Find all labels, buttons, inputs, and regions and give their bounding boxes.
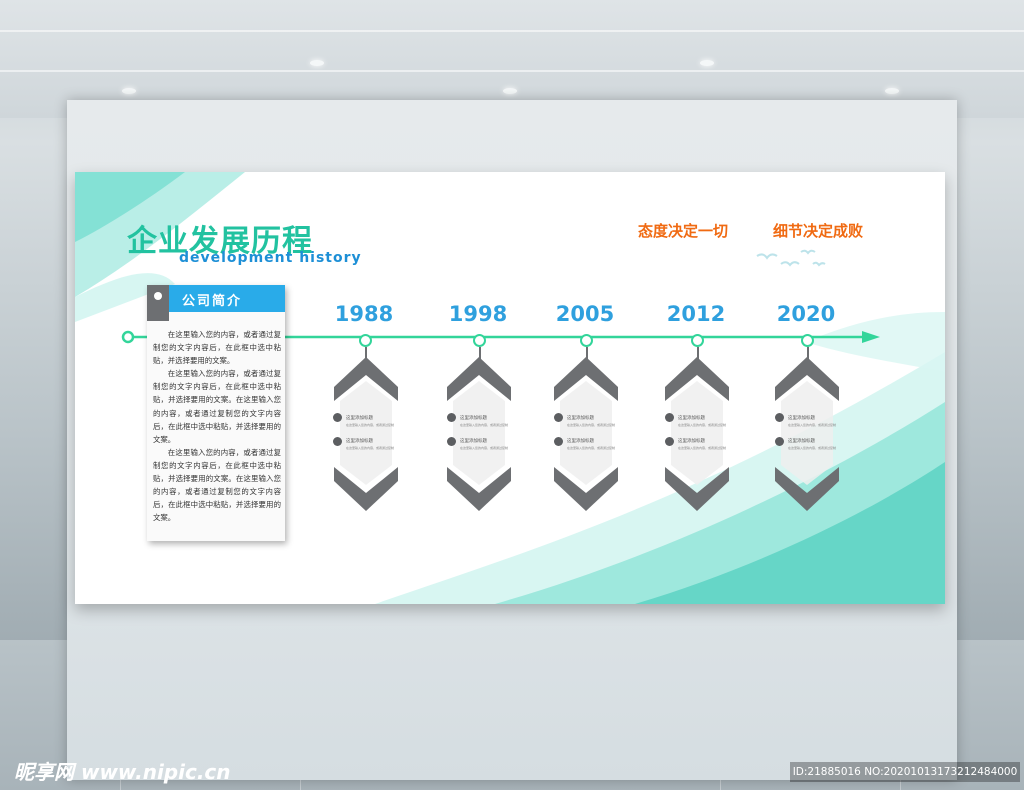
- slogan-2: 细节决定成败: [773, 222, 864, 240]
- milestone-item-title: 这里添加标题: [788, 439, 815, 444]
- milestone-item-title: 这里添加标题: [346, 416, 373, 421]
- ceiling-lamp: [310, 60, 324, 66]
- milestone-item-text: 在这里输入您的内容，或者通过复制: [567, 423, 616, 427]
- user-icon: [775, 413, 784, 422]
- history-board: 企业发展历程 development history 态度决定一切 细节决定成败…: [75, 172, 945, 604]
- intro-card-body: 在这里输入您的内容，或者通过复制您的文字内容后，在此框中选中粘贴，并选择要用的文…: [153, 328, 281, 524]
- user-icon: [554, 413, 563, 422]
- site-watermark: 昵享网 www.nipic.cn: [14, 760, 231, 784]
- milestone-chevron-frame: [554, 357, 618, 511]
- milestone-chevron-frame: [775, 357, 839, 511]
- intro-paragraph: 在这里输入您的内容，或者通过复制您的文字内容后，在此框中选中粘贴，并选择要用的文…: [153, 447, 281, 523]
- milestone-node: [691, 334, 704, 347]
- milestone-node: [801, 334, 814, 347]
- photo-icon: [665, 437, 674, 446]
- milestone-chevron-frame: [447, 357, 511, 511]
- milestone-item-text: 在这里输入您的内容，或者通过复制: [346, 423, 395, 427]
- intro-card-dot: [154, 292, 162, 300]
- page-subtitle: development history: [179, 250, 362, 266]
- milestone-item-title: 这里添加标题: [678, 439, 705, 444]
- milestone-item-text: 在这里输入您的内容，或者通过复制: [678, 446, 727, 450]
- milestone-year: 1988: [334, 302, 394, 326]
- bird-icon: [756, 249, 826, 267]
- ceiling-beam: [0, 30, 1024, 32]
- milestone-item-title: 这里添加标题: [567, 416, 594, 421]
- ceiling-lamp: [122, 88, 136, 94]
- image-id-watermark: ID:21885016 NO:20201013173212484000: [790, 762, 1020, 782]
- milestone-node: [580, 334, 593, 347]
- milestone-item-text: 在这里输入您的内容，或者通过复制: [788, 423, 837, 427]
- user-icon: [333, 413, 342, 422]
- milestone-item-text: 在这里输入您的内容，或者通过复制: [678, 423, 727, 427]
- user-icon: [665, 413, 674, 422]
- milestone-item-title: 这里添加标题: [460, 439, 487, 444]
- intro-paragraph: 在这里输入您的内容，或者通过复制您的文字内容后，在此框中选中粘贴，并选择要用的文…: [153, 369, 281, 444]
- photo-icon: [554, 437, 563, 446]
- slogan-1: 态度决定一切: [638, 222, 729, 240]
- milestone-item-text: 在这里输入您的内容，或者通过复制: [567, 446, 616, 450]
- photo-icon: [775, 437, 784, 446]
- ceiling-lamp: [503, 88, 517, 94]
- milestone-item-title: 这里添加标题: [460, 416, 487, 421]
- intro-paragraph: 在这里输入您的内容，或者通过复制您的文字内容后，在此框中选中粘贴，并选择要用的文…: [153, 330, 281, 366]
- photo-icon: [333, 437, 342, 446]
- milestone-item-text: 在这里输入您的内容，或者通过复制: [460, 446, 509, 450]
- milestone-item-title: 这里添加标题: [567, 439, 594, 444]
- milestone-year: 2005: [555, 302, 615, 326]
- ceiling-lamp: [885, 88, 899, 94]
- ceiling-lamp: [700, 60, 714, 66]
- user-icon: [447, 413, 456, 422]
- milestone-item-title: 这里添加标题: [346, 439, 373, 444]
- milestone-item-title: 这里添加标题: [678, 416, 705, 421]
- photo-icon: [447, 437, 456, 446]
- milestone-item-title: 这里添加标题: [788, 416, 815, 421]
- milestone-item-text: 在这里输入您的内容，或者通过复制: [346, 446, 395, 450]
- milestone-year: 2012: [666, 302, 726, 326]
- milestone-node: [473, 334, 486, 347]
- intro-card-tab: [147, 285, 169, 321]
- intro-card-title: 公司简介: [182, 294, 243, 309]
- milestone-year: 1998: [448, 302, 508, 326]
- milestone-item-text: 在这里输入您的内容，或者通过复制: [460, 423, 509, 427]
- milestone-item-text: 在这里输入您的内容，或者通过复制: [788, 446, 837, 450]
- milestone-chevron-frame: [334, 357, 398, 511]
- milestone-chevron-frame: [665, 357, 729, 511]
- ceiling-beam: [0, 70, 1024, 72]
- milestone-year: 2020: [776, 302, 836, 326]
- milestone-node: [359, 334, 372, 347]
